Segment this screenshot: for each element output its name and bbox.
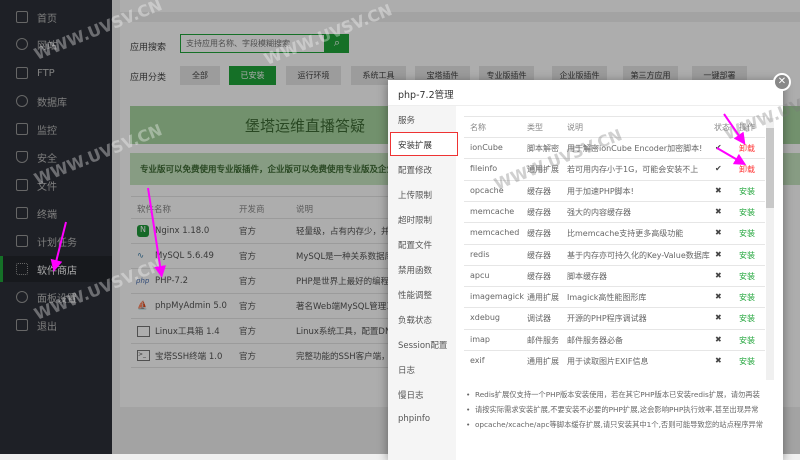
arrow-to-php [147, 187, 167, 278]
arrow-to-app-store [50, 221, 67, 272]
arrow-to-uninstall [716, 147, 747, 166]
annotation-arrows [50, 113, 747, 278]
arrow-to-uninstall [723, 113, 746, 145]
